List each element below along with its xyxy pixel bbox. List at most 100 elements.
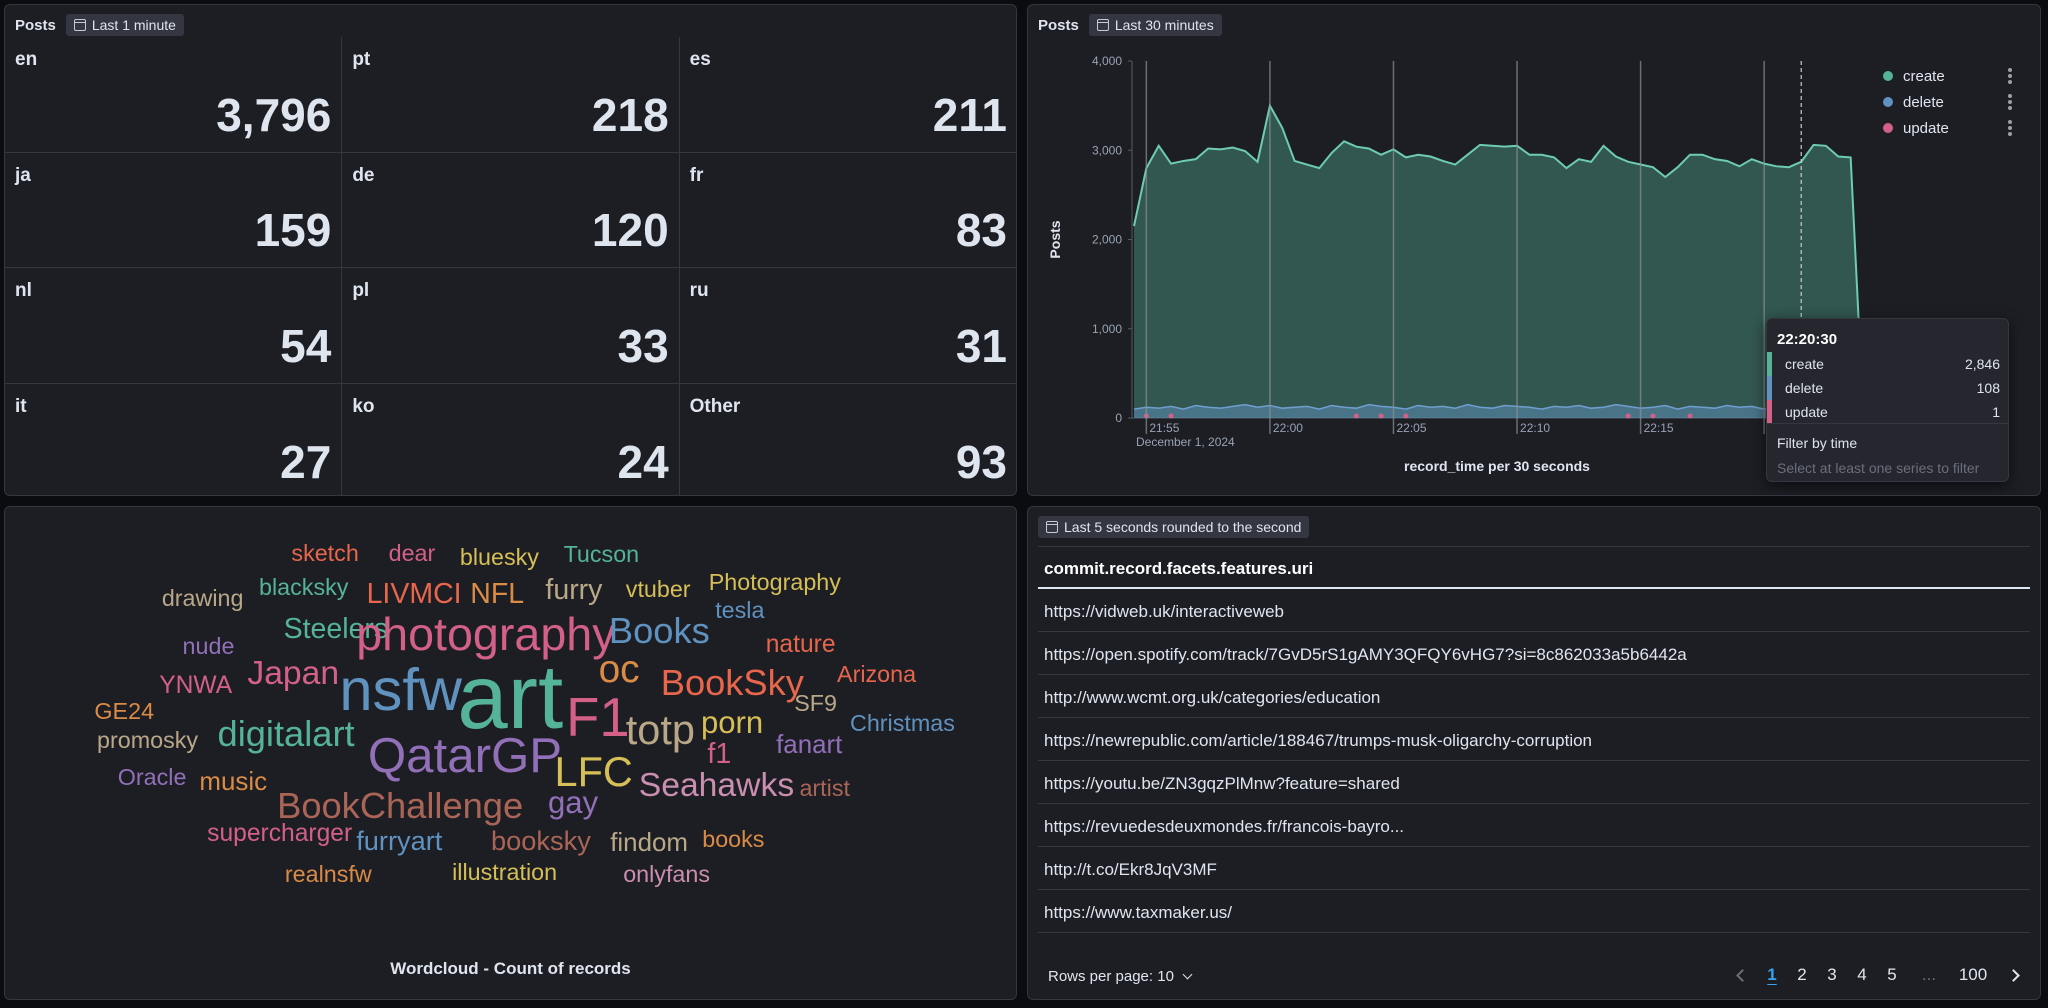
wordcloud-word[interactable]: drawing — [162, 587, 244, 611]
wordcloud-word[interactable]: artist — [799, 776, 850, 800]
table-row[interactable]: https://open.spotify.com/track/7GvD5rS1g… — [1038, 632, 2030, 675]
tooltip-row-create[interactable]: create 2,846 — [1767, 352, 2008, 376]
wordcloud-word[interactable]: findom — [610, 830, 688, 857]
table-row[interactable]: https://youtu.be/ZN3gqzPlMnw?feature=sha… — [1038, 761, 2030, 804]
wordcloud-word[interactable]: Photography — [709, 570, 841, 594]
series-point-update[interactable] — [1625, 413, 1631, 419]
wordcloud-word[interactable]: nude — [183, 634, 235, 658]
wordcloud-word[interactable]: nature — [766, 632, 836, 658]
series-point-update[interactable] — [1403, 413, 1409, 419]
wordcloud-word[interactable]: digitalart — [218, 715, 355, 752]
wordcloud-word[interactable]: BookSky — [661, 664, 804, 701]
metric-cell[interactable]: ja 159 — [5, 152, 343, 268]
table-row[interactable]: https://newrepublic.com/article/188467/t… — [1038, 718, 2030, 761]
wordcloud-word[interactable]: supercharger — [207, 821, 352, 847]
wordcloud-word[interactable]: Christmas — [850, 711, 955, 735]
series-point-update[interactable] — [1650, 413, 1656, 419]
wordcloud-word[interactable]: sketch — [291, 541, 358, 565]
legend-menu-icon[interactable] — [2008, 68, 2012, 84]
wordcloud-word[interactable]: onlyfans — [623, 863, 710, 887]
table-row[interactable]: https://www.taxmaker.us/ — [1038, 890, 2030, 933]
table-column-header[interactable]: commit.record.facets.features.uri — [1038, 547, 2030, 589]
wordcloud-word[interactable]: gay — [548, 787, 598, 818]
panel-header: Last 5 seconds rounded to the second — [1038, 516, 1310, 538]
metric-cell[interactable]: Other 93 — [680, 384, 1016, 496]
wordcloud-word[interactable]: Seahawks — [639, 769, 794, 803]
wordcloud-word[interactable]: F1 — [566, 690, 630, 745]
legend-menu-icon[interactable] — [2008, 120, 2012, 136]
wordcloud-word[interactable]: Books — [609, 612, 710, 649]
wordcloud-word[interactable]: realnsfw — [285, 863, 372, 887]
wordcloud-word[interactable]: Tucson — [564, 542, 640, 566]
series-point-update[interactable] — [1687, 413, 1693, 419]
legend-item-create[interactable]: create — [1883, 63, 2012, 89]
metric-cell[interactable]: en 3,796 — [5, 37, 343, 153]
wordcloud-word[interactable]: NFL — [470, 580, 524, 609]
metric-cell[interactable]: pl 33 — [342, 268, 680, 384]
metric-cell[interactable]: pt 218 — [342, 37, 680, 153]
wordcloud-word[interactable]: Arizona — [837, 662, 916, 686]
metric-cell[interactable]: es 211 — [679, 37, 1016, 153]
metric-label: es — [689, 49, 711, 70]
page-link[interactable]: 3 — [1817, 965, 1847, 985]
wordcloud-word[interactable]: porn — [701, 706, 763, 738]
series-area-create[interactable] — [1134, 105, 1863, 418]
wordcloud-word[interactable]: LIVMCI — [367, 580, 462, 609]
metric-cell[interactable]: de 120 — [342, 152, 680, 268]
wordcloud-word[interactable]: illustration — [452, 860, 557, 884]
table-row[interactable]: http://t.co/Ekr8JqV3MF — [1038, 847, 2030, 890]
rows-per-page-selector[interactable]: Rows per page: 10 — [1048, 968, 1193, 985]
legend-item-delete[interactable]: delete — [1883, 89, 2012, 115]
page-link[interactable]: 5 — [1877, 965, 1907, 985]
filter-by-time-action[interactable]: Filter by time — [1777, 435, 1857, 451]
wordcloud-word[interactable]: Oracle — [118, 765, 187, 789]
wordcloud-word[interactable]: dear — [389, 541, 436, 565]
wordcloud-word[interactable]: music — [199, 769, 267, 796]
wordcloud-word[interactable]: totp — [626, 709, 695, 751]
wordcloud-word[interactable]: nsfw — [339, 660, 462, 720]
legend-item-update[interactable]: update — [1883, 115, 2012, 141]
wordcloud-word[interactable]: f1 — [707, 740, 731, 769]
wordcloud-word[interactable]: vtuber — [626, 577, 691, 601]
wordcloud-word[interactable]: bluesky — [460, 545, 539, 569]
chevron-right-icon[interactable] — [2007, 968, 2020, 982]
metric-cell[interactable]: ko 24 — [342, 383, 680, 495]
page-link[interactable]: 2 — [1787, 965, 1817, 985]
tooltip-row-update[interactable]: update 1 — [1767, 400, 2008, 424]
table-row[interactable]: https://revuedesdeuxmondes.fr/francois-b… — [1038, 804, 2030, 847]
table-row[interactable]: http://www.wcmt.org.uk/categories/educat… — [1038, 675, 2030, 718]
metric-cell[interactable]: it 27 — [5, 383, 343, 495]
series-point-update[interactable] — [1353, 413, 1359, 419]
wordcloud-word[interactable]: tesla — [715, 598, 764, 622]
wordcloud-word[interactable]: GE24 — [94, 699, 154, 723]
tooltip-row-delete[interactable]: delete 108 — [1767, 376, 2008, 400]
wordcloud-word[interactable]: oc — [599, 650, 640, 690]
series-point-update[interactable] — [1168, 413, 1174, 419]
pagination-ellipsis: ... — [1921, 965, 1937, 984]
series-point-update[interactable] — [1378, 413, 1384, 419]
metric-cell[interactable]: fr 83 — [679, 153, 1016, 268]
table-row[interactable]: https://vidweb.uk/interactiveweb — [1038, 589, 2030, 632]
metric-cell[interactable]: ru 31 — [679, 268, 1016, 384]
page-link[interactable]: 1 — [1757, 965, 1787, 985]
wordcloud-word[interactable]: furry — [545, 576, 602, 605]
time-range-badge[interactable]: Last 5 seconds rounded to the second — [1038, 516, 1310, 538]
wordcloud-word[interactable]: furryart — [356, 827, 442, 854]
wordcloud-word[interactable]: fanart — [776, 732, 842, 759]
wordcloud-word[interactable]: QatarGP — [368, 731, 562, 780]
wordcloud-word[interactable]: Japan — [247, 657, 339, 691]
wordcloud-word[interactable]: booksky — [491, 827, 591, 854]
wordcloud-word[interactable]: SF9 — [794, 691, 837, 715]
wordcloud-word[interactable]: promosky — [97, 728, 198, 752]
legend-menu-icon[interactable] — [2008, 94, 2012, 110]
metric-cell[interactable]: nl 54 — [5, 268, 343, 384]
page-link[interactable]: 4 — [1847, 965, 1877, 985]
wordcloud-word[interactable]: YNWA — [159, 674, 232, 699]
time-range-badge[interactable]: Last 1 minute — [65, 14, 184, 36]
legend-label: create — [1903, 67, 1945, 85]
y-axis-title: Posts — [1047, 220, 1063, 258]
wordcloud-word[interactable]: books — [702, 828, 764, 852]
chevron-left-icon[interactable] — [1736, 968, 1749, 982]
wordcloud-word[interactable]: blacksky — [259, 575, 348, 599]
page-link[interactable]: 100 — [1951, 965, 1995, 985]
